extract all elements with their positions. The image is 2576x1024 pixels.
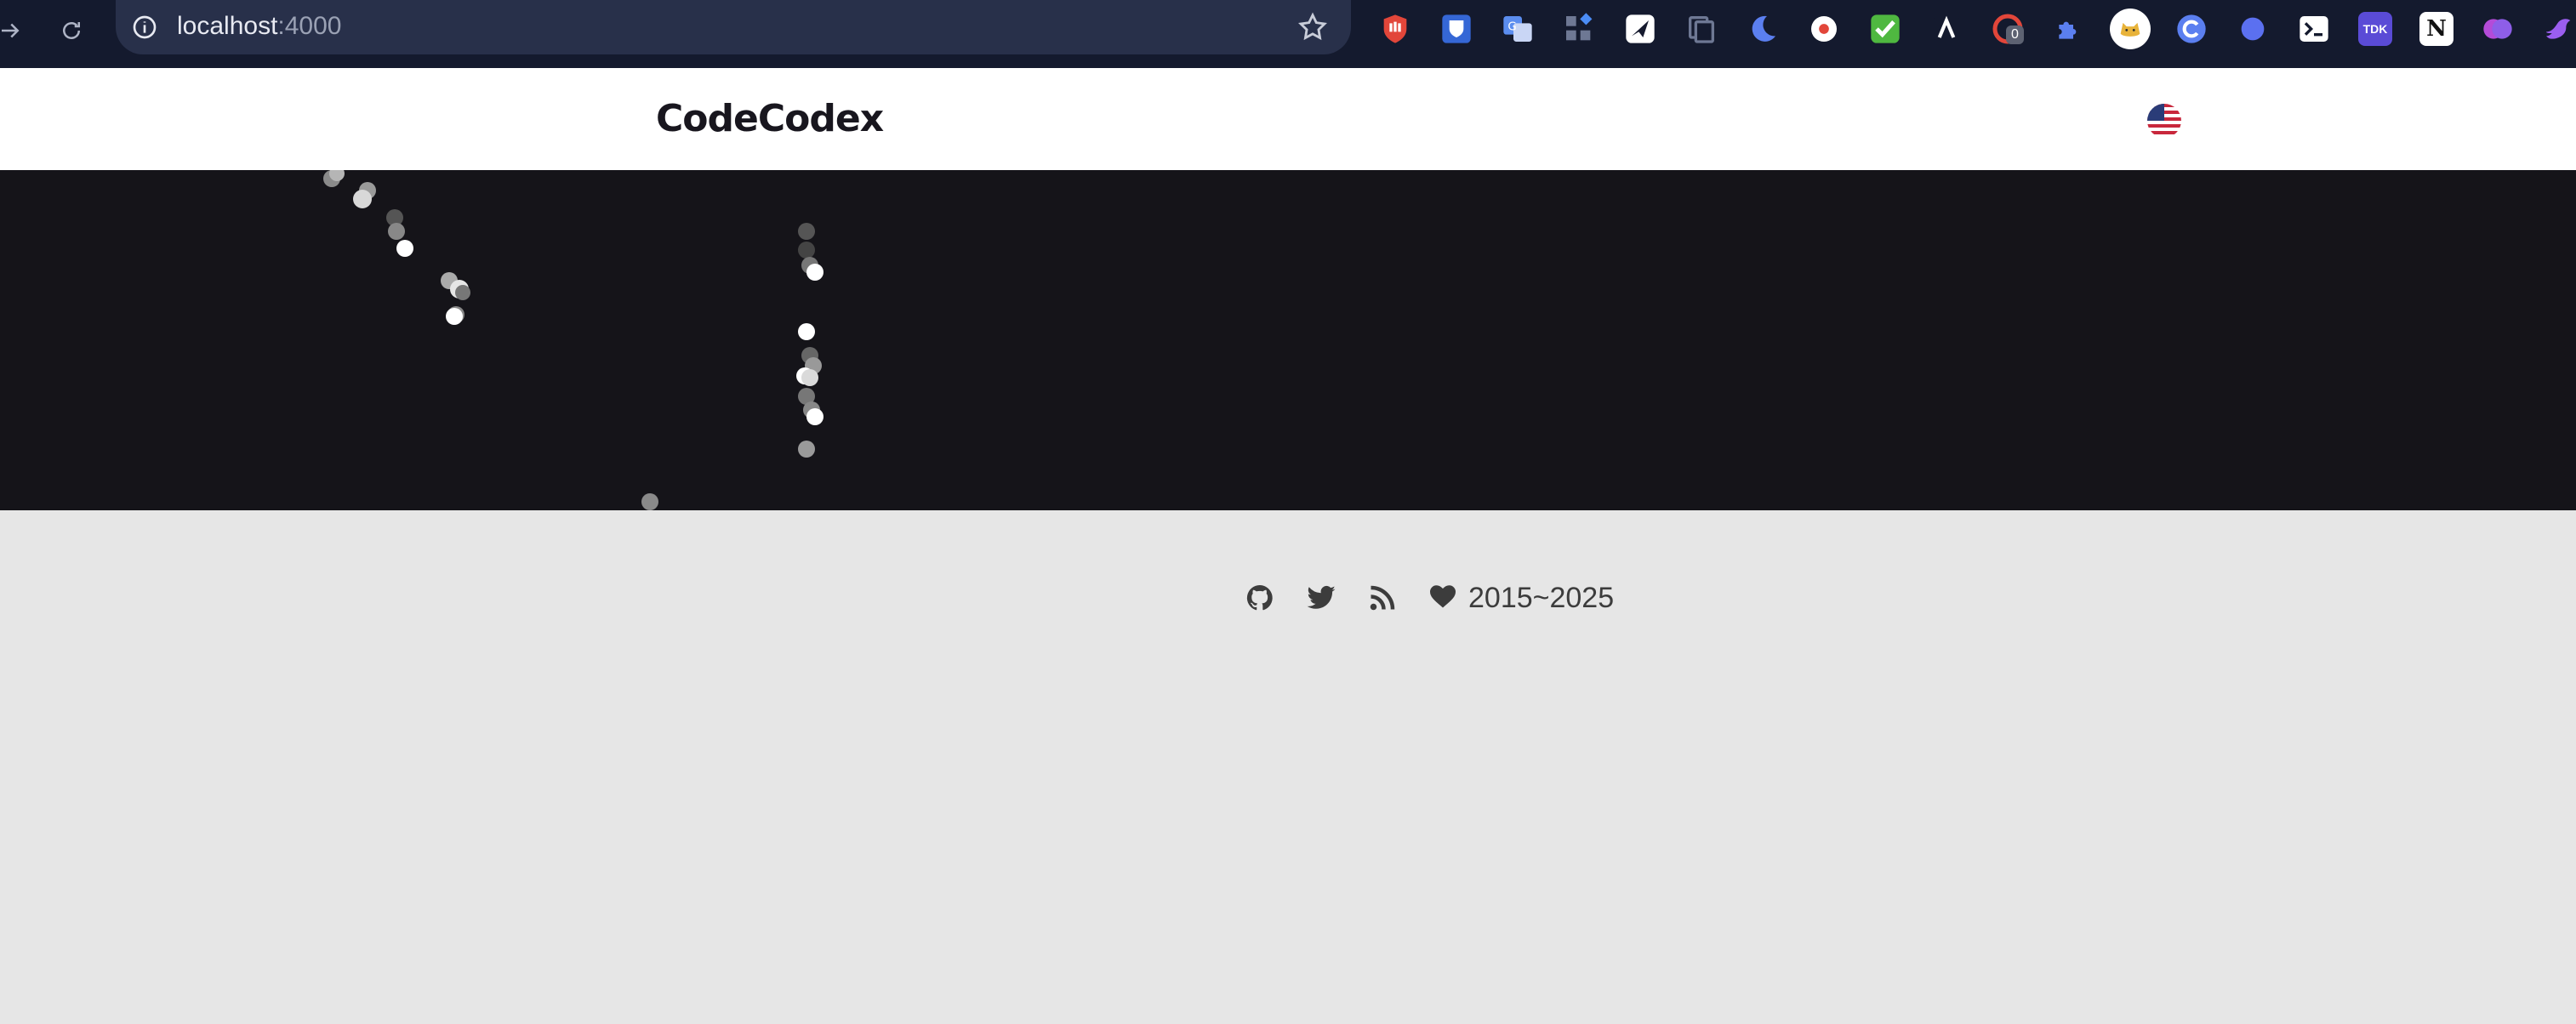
- particle-canvas: [323, 170, 824, 510]
- bird-icon[interactable]: [2542, 12, 2576, 46]
- site-header: CodeCodex: [0, 68, 2576, 170]
- url-text[interactable]: localhost:4000: [177, 12, 341, 41]
- copyright: 2015~2025: [1428, 581, 1614, 616]
- send-icon[interactable]: [1623, 12, 1657, 46]
- url-host: localhost: [177, 12, 278, 40]
- terminal-icon[interactable]: [2297, 12, 2331, 46]
- forward-button[interactable]: [0, 9, 32, 53]
- hero-particles: [0, 170, 2576, 510]
- github-link[interactable]: [1244, 582, 1276, 614]
- arrow-right-icon: [2, 23, 20, 38]
- us-flag-icon[interactable]: [2147, 104, 2181, 138]
- browser-toolbar: localhost:4000 G 0 TDK N: [0, 0, 2576, 68]
- github-icon: [1246, 584, 1273, 611]
- bookmark-star-icon[interactable]: [1297, 11, 1329, 43]
- notion-icon[interactable]: N: [2419, 12, 2453, 46]
- copy-icon[interactable]: [1684, 12, 1718, 46]
- dark-mode-icon[interactable]: [1746, 12, 1780, 46]
- adblock-icon[interactable]: [1378, 12, 1412, 46]
- twitter-icon: [1307, 585, 1336, 609]
- blue-dot-icon[interactable]: [2236, 12, 2270, 46]
- tdk-icon[interactable]: TDK: [2358, 12, 2392, 46]
- reload-icon: [63, 22, 80, 39]
- record-icon[interactable]: [1807, 12, 1841, 46]
- footer-links: 2015~2025: [1244, 578, 1614, 617]
- twitter-link[interactable]: [1305, 582, 1337, 614]
- copyright-years: 2015~2025: [1468, 581, 1615, 614]
- checkmark-icon[interactable]: [1868, 12, 1902, 46]
- heart-icon: [1428, 581, 1458, 616]
- notion-label: N: [2426, 16, 2447, 42]
- apps-icon[interactable]: [1562, 12, 1596, 46]
- site-info-icon[interactable]: [131, 14, 158, 41]
- bitwarden-icon[interactable]: [1439, 12, 1473, 46]
- rss-icon: [1370, 585, 1395, 611]
- brain-icon[interactable]: [2481, 12, 2515, 46]
- tdk-label: TDK: [2362, 22, 2388, 36]
- refresh-circle-icon[interactable]: [2174, 12, 2208, 46]
- site-brand[interactable]: CodeCodex: [656, 97, 884, 140]
- arc-icon[interactable]: [1929, 12, 1963, 46]
- svg-text:G: G: [1507, 21, 1516, 34]
- counter-icon[interactable]: 0: [1991, 12, 2025, 46]
- reload-button[interactable]: [49, 9, 94, 53]
- puzzle-icon[interactable]: [2052, 12, 2086, 46]
- url-port: :4000: [277, 12, 342, 40]
- translate-icon[interactable]: G: [1501, 12, 1535, 46]
- counter-badge: 0: [2006, 26, 2024, 44]
- address-bar[interactable]: localhost:4000: [116, 0, 1351, 54]
- rss-link[interactable]: [1366, 582, 1399, 614]
- cat-icon[interactable]: [2110, 9, 2151, 49]
